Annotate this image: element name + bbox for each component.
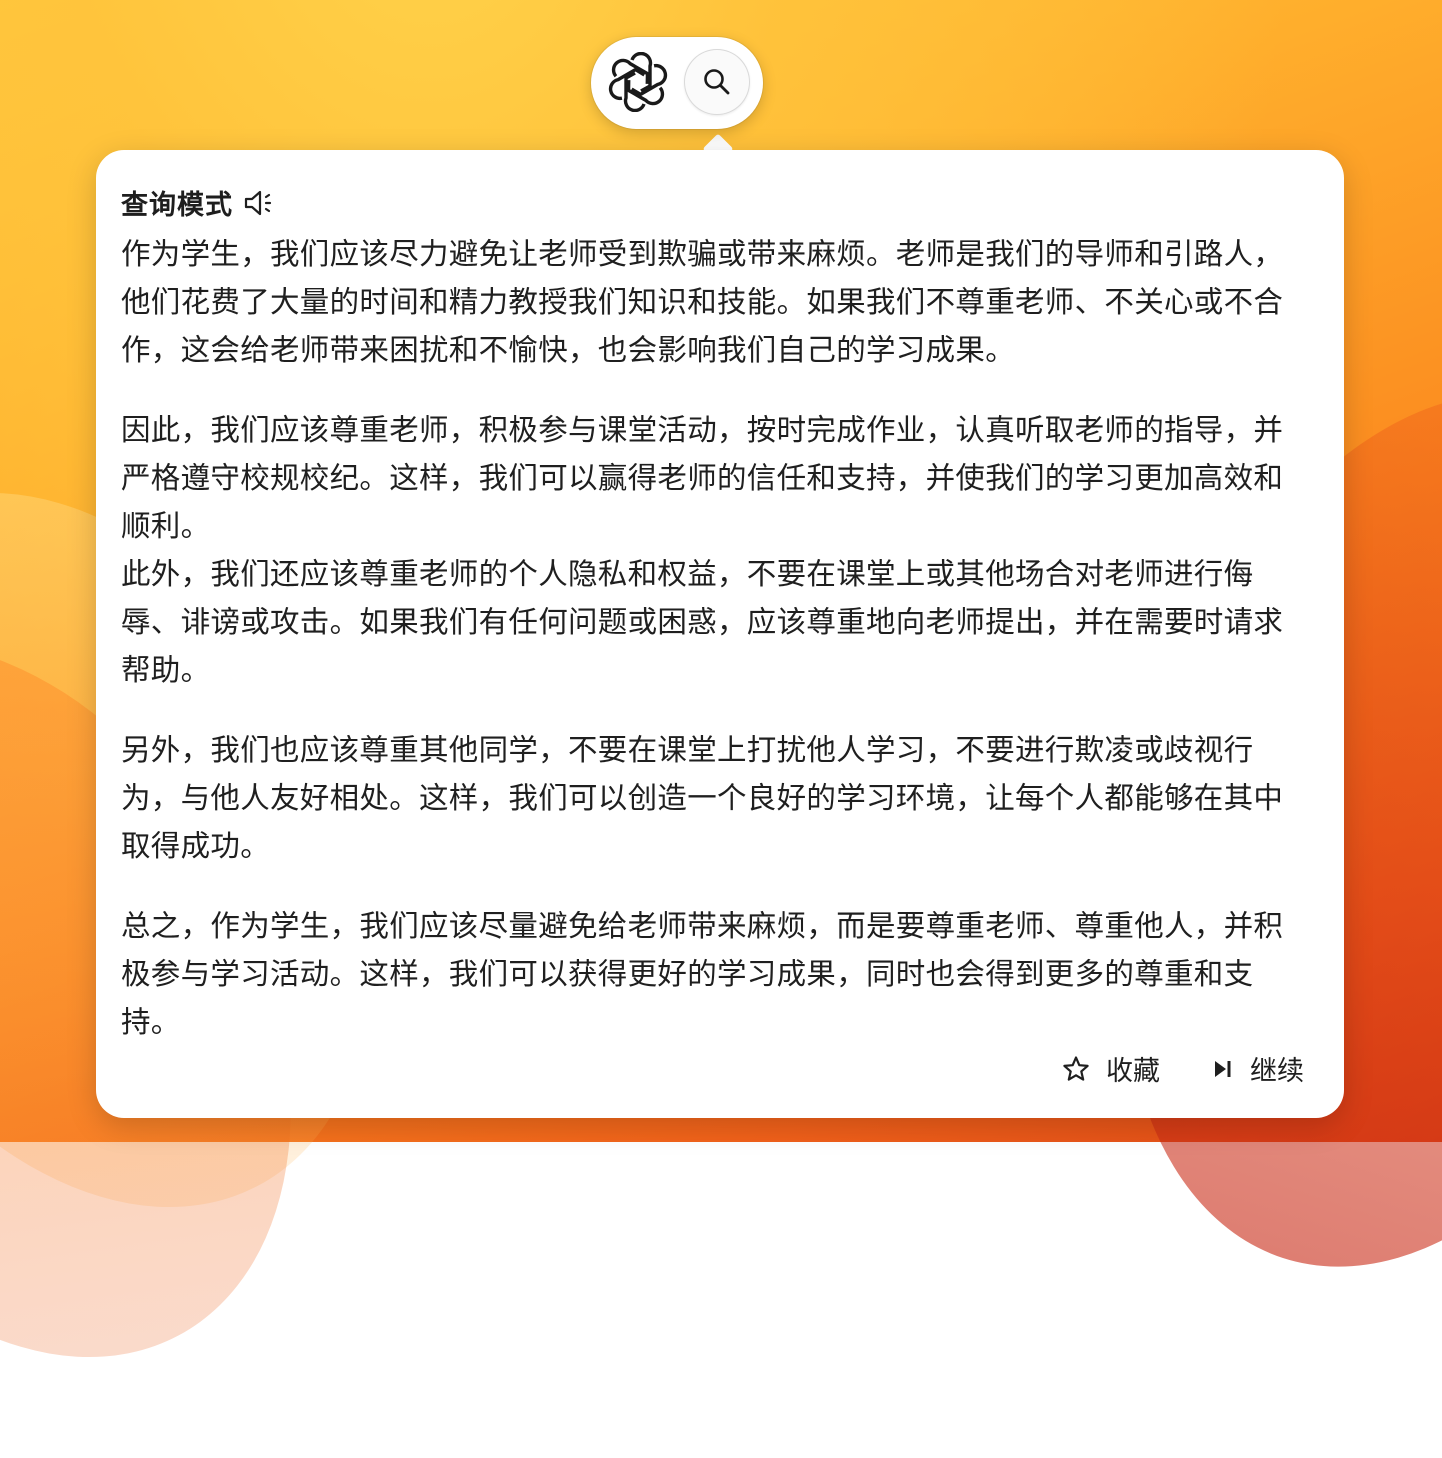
- answer-panel: 查询模式 作为学生，我们应该尽力避免让老师受到欺骗或带来麻烦。老师是我们的导师和…: [96, 150, 1344, 1118]
- favorite-label: 收藏: [1106, 1056, 1160, 1087]
- favorite-button[interactable]: 收藏: [1062, 1049, 1160, 1088]
- answer-text: 作为学生，我们应该尽力避免让老师受到欺骗或带来麻烦。老师是我们的导师和引路人，他…: [121, 230, 1306, 1046]
- speaker-button[interactable]: [243, 187, 277, 219]
- mode-header: 查询模式: [121, 183, 277, 222]
- floating-toolbar: [591, 37, 763, 129]
- answer-paragraph: 此外，我们还应该尊重老师的个人隐私和权益，不要在课堂上或其他场合对老师进行侮辱、…: [121, 557, 1284, 687]
- search-button[interactable]: [684, 49, 750, 115]
- answer-paragraph: 作为学生，我们应该尽力避免让老师受到欺骗或带来麻烦。老师是我们的导师和引路人，他…: [121, 237, 1284, 367]
- search-icon: [704, 69, 730, 95]
- answer-actions: 收藏 继续: [1062, 1049, 1304, 1088]
- answer-paragraph: 另外，我们也应该尊重其他同学，不要在课堂上打扰他人学习，不要进行欺凌或歧视行为，…: [121, 733, 1284, 863]
- speaker-icon: [244, 190, 272, 215]
- openai-logo-icon: [608, 52, 668, 112]
- continue-button[interactable]: 继续: [1212, 1049, 1304, 1088]
- answer-paragraph: 总之，作为学生，我们应该尽量避免给老师带来麻烦，而是要尊重老师、尊重他人，并积极…: [121, 909, 1284, 1039]
- star-icon: [1063, 1055, 1089, 1081]
- continue-label: 继续: [1250, 1056, 1304, 1087]
- answer-paragraph: 因此，我们应该尊重老师，积极参与课堂活动，按时完成作业，认真听取老师的指导，并严…: [121, 413, 1284, 543]
- play-next-icon: [1215, 1060, 1231, 1077]
- mode-label: 查询模式: [121, 190, 233, 221]
- openai-logo-button[interactable]: [605, 49, 671, 115]
